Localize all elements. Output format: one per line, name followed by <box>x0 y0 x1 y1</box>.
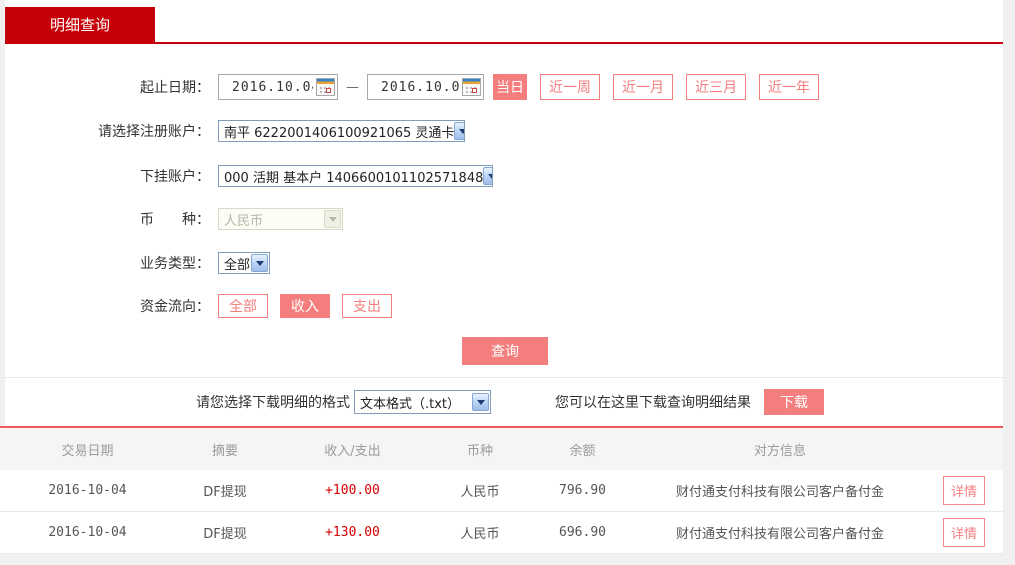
cell-date: 2016-10-04 <box>48 525 127 540</box>
main-content: 明细查询 起止日期： — 当日 <box>0 0 1003 554</box>
cell-currency: 人民币 <box>460 485 500 500</box>
business-type-row: 业务类型： 全部 <box>5 252 1003 274</box>
calendar-icon[interactable] <box>316 78 335 96</box>
quick-range-quarter-button[interactable]: 近三月 <box>686 74 746 100</box>
business-type-label: 业务类型： <box>140 256 210 272</box>
register-account-select[interactable]: 南平 6222001406100921065 灵通卡 <box>218 120 465 142</box>
cell-currency: 人民币 <box>460 527 500 542</box>
col-header-amount: 收入/支出 <box>324 443 381 459</box>
download-format-label: 请您选择下载明细的格式 <box>196 395 350 411</box>
fund-flow-expense-button[interactable]: 支出 <box>342 294 392 318</box>
date-range-label: 起止日期： <box>140 80 210 96</box>
sub-account-row: 下挂账户： 000 活期 基本户 1406600101102571848 <box>5 165 1003 187</box>
cell-counterparty: 财付通支付科技有限公司客户备付金 <box>675 527 884 542</box>
cell-amount: +100.00 <box>325 483 380 498</box>
quick-range-today-button[interactable]: 当日 <box>493 74 527 100</box>
register-account-row: 请选择注册账户： 南平 6222001406100921065 灵通卡 <box>5 120 1003 142</box>
currency-value: 人民币 <box>224 213 264 229</box>
quick-range-year-button[interactable]: 近一年 <box>759 74 819 100</box>
table-header-row: 交易日期 摘要 收入/支出 币种 余额 对方信息 <box>0 428 1003 470</box>
business-type-value: 全部 <box>224 257 251 273</box>
download-format-value: 文本格式（.txt） <box>360 396 461 412</box>
fund-flow-label: 资金流向： <box>140 299 210 315</box>
chevron-down-icon[interactable] <box>454 122 464 140</box>
cell-balance: 796.90 <box>559 483 606 498</box>
chevron-down-icon[interactable] <box>472 393 489 411</box>
query-button-row: 查询 <box>5 337 1003 365</box>
download-button[interactable]: 下载 <box>764 389 824 415</box>
chevron-down-icon <box>324 210 341 228</box>
currency-select: 人民币 <box>218 208 343 230</box>
download-bar: 请您选择下载明细的格式 文本格式（.txt） 您可以在这里下载查询明细结果 下载 <box>5 378 1003 426</box>
col-header-currency: 币种 <box>466 443 493 459</box>
business-type-select[interactable]: 全部 <box>218 252 270 274</box>
sub-account-value: 000 活期 基本户 1406600101102571848 <box>224 170 484 186</box>
detail-button[interactable]: 详情 <box>943 476 985 505</box>
quick-range-week-button[interactable]: 近一周 <box>540 74 600 100</box>
date-range-row: 起止日期： — 当日 近一周 近一月 近三月 <box>5 74 1003 100</box>
query-form: 起止日期： — 当日 近一周 近一月 近三月 <box>5 44 1003 378</box>
register-account-label: 请选择注册账户： <box>98 124 210 140</box>
date-to-field <box>367 74 484 100</box>
chevron-down-icon[interactable] <box>483 167 492 185</box>
date-range-separator: — <box>346 79 359 95</box>
cell-summary: DF提现 <box>203 527 247 542</box>
sub-account-label: 下挂账户： <box>140 169 210 185</box>
tab-detail-query[interactable]: 明细查询 <box>5 7 155 42</box>
col-header-counterparty: 对方信息 <box>753 443 806 459</box>
download-format-select[interactable]: 文本格式（.txt） <box>354 390 491 414</box>
cell-summary: DF提现 <box>203 485 247 500</box>
col-header-summary: 摘要 <box>211 443 238 459</box>
table-row: 2016-10-04 DF提现 +130.00 人民币 696.90 财付通支付… <box>0 512 1003 554</box>
currency-label: 币 种： <box>140 212 210 228</box>
cell-amount: +130.00 <box>325 525 380 540</box>
col-header-date: 交易日期 <box>61 443 114 459</box>
calendar-icon[interactable] <box>462 78 481 96</box>
cell-date: 2016-10-04 <box>48 483 127 498</box>
col-header-balance: 余额 <box>569 443 596 459</box>
quick-range-month-button[interactable]: 近一月 <box>613 74 673 100</box>
result-table: 交易日期 摘要 收入/支出 币种 余额 对方信息 2016-10-04 DF提现… <box>0 428 1003 554</box>
cell-counterparty: 财付通支付科技有限公司客户备付金 <box>675 485 884 500</box>
calendar-icon-day-marker <box>326 88 331 93</box>
table-row: 2016-10-04 DF提现 +100.00 人民币 796.90 财付通支付… <box>0 470 1003 512</box>
fund-flow-all-button[interactable]: 全部 <box>218 294 268 318</box>
fund-flow-row: 资金流向： 全部 收入 支出 <box>5 294 1003 318</box>
cell-actions: 详情 <box>925 476 1003 505</box>
date-from-field <box>218 74 338 100</box>
tab-bar: 明细查询 <box>5 0 1003 42</box>
cell-actions: 详情 <box>925 518 1003 547</box>
calendar-icon-top <box>463 79 480 84</box>
calendar-icon-day-marker <box>472 88 477 93</box>
download-hint: 您可以在这里下载查询明细结果 <box>555 395 751 411</box>
calendar-icon-top <box>317 79 334 84</box>
register-account-value: 南平 6222001406100921065 灵通卡 <box>224 125 455 141</box>
sub-account-select[interactable]: 000 活期 基本户 1406600101102571848 <box>218 165 493 187</box>
detail-button[interactable]: 详情 <box>943 518 985 547</box>
chevron-down-icon[interactable] <box>251 254 268 272</box>
fund-flow-income-button[interactable]: 收入 <box>280 294 330 318</box>
query-button[interactable]: 查询 <box>462 337 548 365</box>
cell-balance: 696.90 <box>559 525 606 540</box>
currency-row: 币 种： 人民币 <box>5 208 1003 230</box>
